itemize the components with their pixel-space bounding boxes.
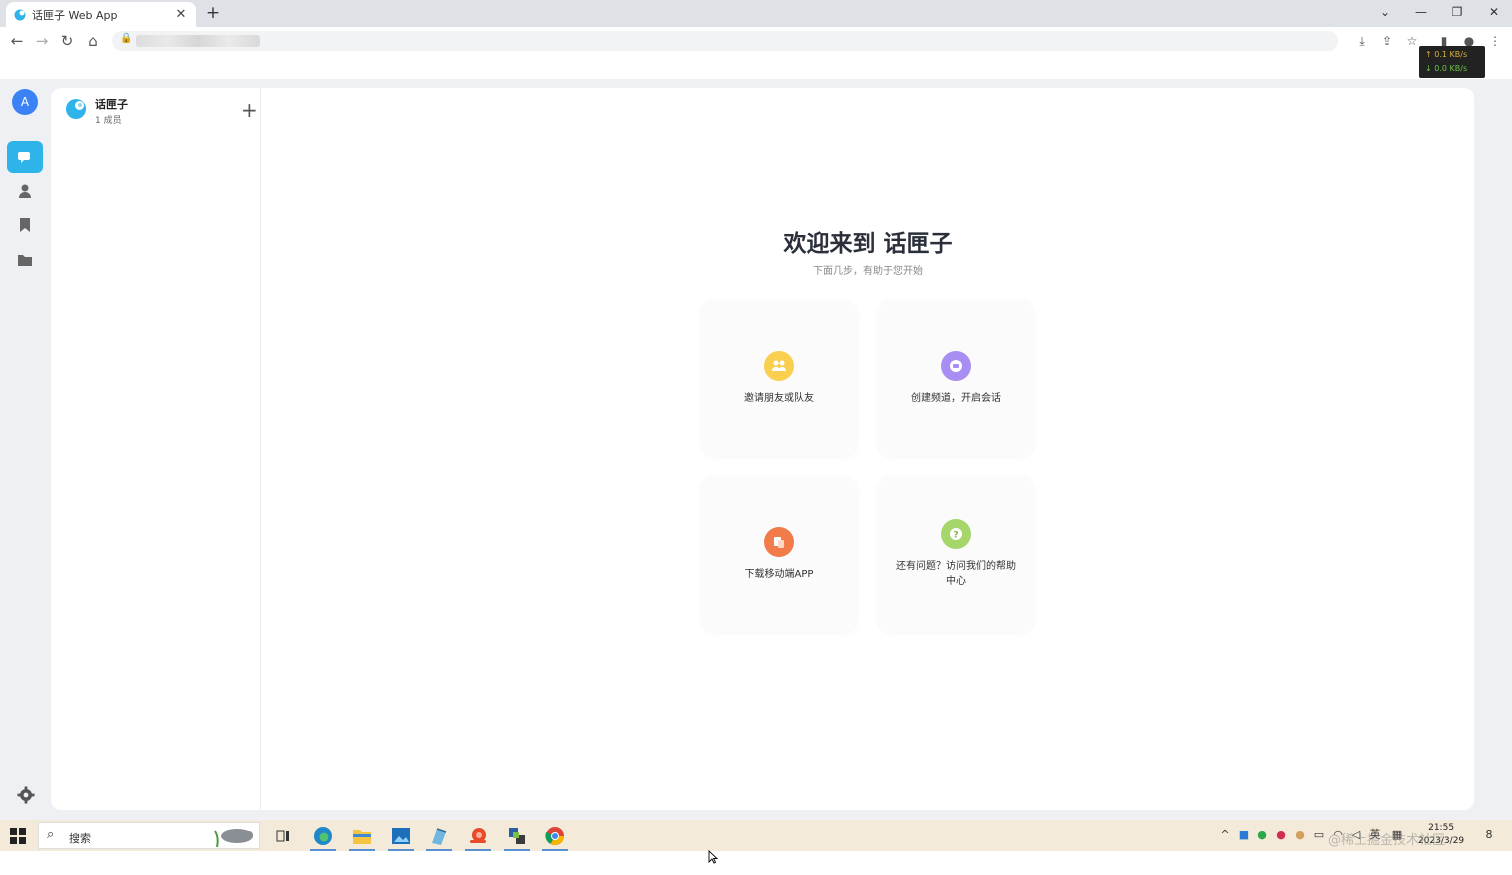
app-favicon-icon	[14, 9, 26, 20]
user-icon	[19, 184, 31, 198]
svg-text:?: ?	[953, 531, 958, 541]
task-view-icon[interactable]	[270, 823, 296, 849]
space-logo-icon	[66, 99, 86, 119]
invite-friends-label: 邀请朋友或队友	[744, 392, 814, 404]
avatar[interactable]: A	[12, 89, 38, 115]
net-speed-widget: ↑ 0.1 KB/s ↓ 0.0 KB/s	[1419, 46, 1485, 78]
chat-bubble-icon	[18, 152, 30, 163]
invite-users-icon	[764, 350, 794, 381]
tray-overflow-chevron-icon[interactable]: ^	[1218, 828, 1232, 842]
forward-icon[interactable]: →	[32, 31, 52, 51]
photos-app-icon[interactable]	[388, 823, 414, 851]
mouse-cursor-icon	[708, 850, 718, 864]
os-taskbar: ⌕ 搜索 ^ ■ ● ● ● ▭ ◠ ◁ 英 ▦ 21:55 2023/3/29	[0, 820, 1512, 851]
tray-qq-icon[interactable]: ●	[1274, 828, 1288, 842]
welcome-area: 欢迎来到 话匣子 下面几步，有助于您开始 邀请朋友或队友 创建频道，开启会话 下…	[262, 88, 1474, 810]
download-app-card[interactable]: 下载移动端APP	[701, 476, 857, 632]
help-center-label: 还有问题？访问我们的帮助中心	[896, 561, 1016, 587]
create-channel-label: 创建频道，开启会话	[911, 392, 1001, 404]
folder-icon	[18, 255, 32, 266]
address-bar[interactable]: 🔒	[112, 31, 1338, 51]
rail-chats-button[interactable]	[7, 141, 43, 173]
screen-bottom	[0, 851, 1512, 875]
tab-title: 话匣子 Web App	[32, 8, 118, 22]
restore-icon[interactable]: ❐	[1447, 3, 1467, 21]
watermark: @稀土掘金技术社区	[1328, 833, 1446, 848]
settings-gear-icon[interactable]	[17, 786, 35, 804]
notification-center-icon[interactable]: 8	[1479, 828, 1499, 842]
channel-list: 话匣子 1 成员 +	[51, 88, 261, 810]
page-subtitle: 下面几步，有助于您开始	[813, 266, 923, 277]
tray-wechat-icon[interactable]: ●	[1255, 828, 1269, 842]
add-channel-button[interactable]: +	[241, 100, 258, 120]
help-question-icon: ?	[941, 519, 971, 549]
reload-icon[interactable]: ↻	[57, 31, 77, 51]
space-header[interactable]: 话匣子 1 成员 +	[65, 96, 258, 128]
space-member-count: 1 成员	[95, 116, 122, 126]
back-icon[interactable]: ←	[7, 31, 27, 51]
rail-contacts-button[interactable]	[7, 175, 43, 207]
network-tool-icon[interactable]	[504, 823, 530, 851]
taskbar-search[interactable]: ⌕ 搜索	[38, 822, 260, 849]
space-name: 话匣子	[95, 98, 128, 111]
edge-browser-icon[interactable]	[310, 823, 336, 851]
help-center-card[interactable]: ? 还有问题？访问我们的帮助中心	[878, 476, 1034, 632]
search-placeholder: 搜索	[69, 832, 91, 845]
windows-start-icon[interactable]	[10, 828, 26, 844]
net-speed-down: ↓ 0.0 KB/s	[1425, 64, 1468, 73]
main-panel: 话匣子 1 成员 + 欢迎来到 话匣子 下面几步，有助于您开始 邀请朋友或队友 …	[51, 88, 1474, 810]
chrome-browser-icon[interactable]	[542, 823, 568, 851]
share-icon[interactable]: ⇪	[1379, 33, 1395, 49]
invite-friends-card[interactable]: 邀请朋友或队友	[701, 300, 857, 456]
minimize-icon[interactable]: —	[1411, 3, 1431, 21]
channel-chat-icon	[941, 350, 971, 381]
install-icon[interactable]: ⤓	[1354, 33, 1370, 49]
search-highlight-illustration-icon	[214, 829, 253, 847]
tab-search-icon[interactable]: ⌄	[1375, 3, 1395, 21]
tray-cat-icon[interactable]: ●	[1293, 828, 1307, 842]
create-channel-card[interactable]: 创建频道，开启会话	[878, 300, 1034, 456]
mobile-app-icon	[764, 526, 794, 557]
blurred-url	[136, 35, 260, 47]
search-icon: ⌕	[47, 827, 55, 842]
home-icon[interactable]: ⌂	[83, 31, 103, 51]
drawing-app-icon[interactable]	[426, 823, 452, 851]
tray-app-blue-icon[interactable]: ■	[1237, 828, 1251, 842]
lock-icon: 🔒	[120, 33, 133, 44]
browser-toolbar: ← → ↻ ⌂ 🔒 ⤓ ⇪ ☆ ▮ ● ⋮	[0, 27, 1512, 55]
menu-icon[interactable]: ⋮	[1487, 33, 1503, 49]
notification-count: 8	[1485, 828, 1493, 841]
tab-close-icon[interactable]: ✕	[174, 7, 188, 22]
file-explorer-icon[interactable]	[349, 823, 375, 851]
tray-battery-icon[interactable]: ▭	[1312, 828, 1326, 842]
bookmark-star-icon[interactable]: ☆	[1404, 33, 1420, 49]
bookmark-icon	[20, 218, 30, 232]
browser-tabstrip: 话匣子 Web App ✕ + ⌄ — ❐ ✕	[0, 0, 1512, 27]
rail-files-button[interactable]	[7, 244, 43, 276]
snail-app-icon[interactable]	[465, 823, 491, 851]
rail-saved-button[interactable]	[7, 209, 43, 241]
page-title: 欢迎来到 话匣子	[783, 231, 953, 257]
download-app-label: 下载移动端APP	[744, 568, 814, 580]
new-tab-button[interactable]: +	[204, 3, 222, 23]
close-window-icon[interactable]: ✕	[1484, 3, 1504, 21]
browser-tab[interactable]: 话匣子 Web App ✕	[6, 2, 196, 27]
net-speed-up: ↑ 0.1 KB/s	[1425, 50, 1468, 59]
